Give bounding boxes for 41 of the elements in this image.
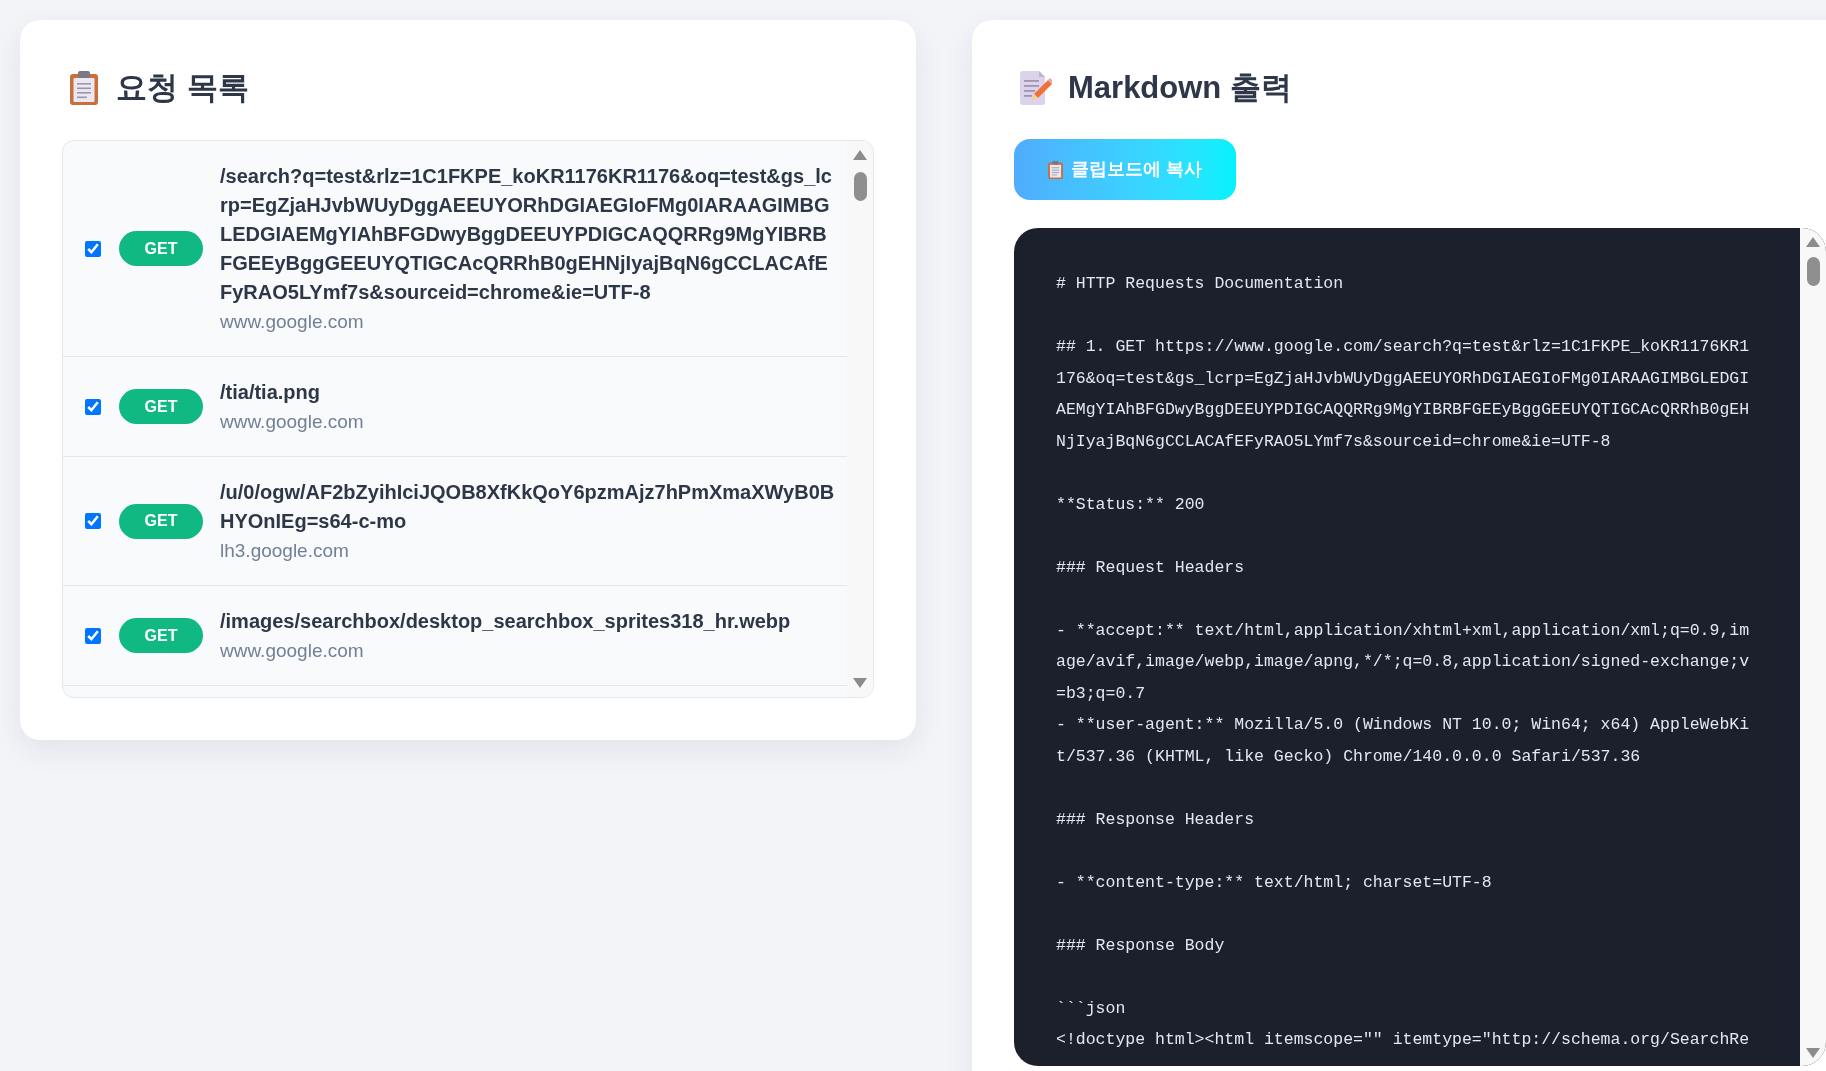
request-host: www.google.com xyxy=(220,410,365,434)
scrollbar-thumb[interactable] xyxy=(853,172,867,201)
scrollbar-thumb[interactable] xyxy=(1806,257,1820,286)
markdown-line: # HTTP Requests Documentation xyxy=(1056,273,1345,295)
method-badge: GET xyxy=(119,231,203,266)
scroll-up-arrow-icon[interactable] xyxy=(853,150,867,160)
request-path: /images/searchbox/desktop_searchbox_sprites318_hr.webp xyxy=(220,609,792,634)
checkbox[interactable] xyxy=(85,513,101,529)
markdown-line: ### Request Headers xyxy=(1056,556,1246,579)
request-host: lh3.google.com xyxy=(220,539,350,563)
markdown-line: - **accept:** text/html,application/xhtml+xml,application/xml;q=0.9,image/avif,image/webp,image/apng,*/*;q=0.8,application/signed-exchange;v=b3;q=0.7 xyxy=(1056,619,1751,705)
checkbox[interactable] xyxy=(85,398,101,415)
request-path: /search?q=test&rlz=1C1FKPE_koKR1176KR1176&oq=test&gs_lcrp=EgZjaHJvbWUyDggAEEUYORhDGIAEGIoFMg0IARAAGIMBGLEDGIAEMgYIAhBFGDwyBggDEEUYPDIGCAQQRRg9MgYIBRBFGEEyBggGEEUYQTIGCAcQRRhB0gEHNjIyajBqN6gCCLACAfEFyRAO5LYmf7s&sourceid=chrome&ie=UTF-8 xyxy=(220,164,833,305)
request-path: /u/0/ogw/AF2bZyihIciJQOB8XfKkQoY6pzmAjz7hPmXmaXWyB0BHYOnIEg=s64-c-mo xyxy=(220,480,835,534)
markdown-line: ### Response Body xyxy=(1056,934,1226,957)
panel-title: 요청 목록 xyxy=(116,69,249,107)
markdown-line: ```json xyxy=(1056,997,1127,1020)
method-badge: GET xyxy=(119,503,203,539)
markdown-line: - **user-agent:** Mozilla/5.0 (Windows NT 10.0; Win64; x64) AppleWebKit/537.36 (KHTML, like Gecko) Chrome/140.0.0.0 Safari/537.36 xyxy=(1056,714,1751,768)
scrollbar[interactable] xyxy=(1800,228,1826,1066)
markdown-line: **Status:** 200 xyxy=(1056,493,1206,516)
clipboard-icon xyxy=(70,71,98,105)
request-host: www.google.com xyxy=(220,310,365,334)
scroll-down-arrow-icon[interactable] xyxy=(1806,1048,1820,1058)
request-host: www.google.com xyxy=(220,639,365,663)
checkbox[interactable] xyxy=(85,627,101,644)
scrollbar[interactable] xyxy=(847,141,873,697)
scroll-down-arrow-icon[interactable] xyxy=(853,678,867,688)
markdown-line: ### Response Headers xyxy=(1056,808,1256,831)
markdown-line: ## 1. GET https://www.google.com/search?q=test&rlz=1C1FKPE_koKR1176KR1176&oq=test&gs_lcrp=EgZjaHJvbWUyDggAEEUYORhDGIAEGIoFMg0IARAAGIMBGLEDGIAEMgYIAhBFGDwyBggDEEUYPDIGCAQQRRg9MgYIBRBFGEEyBggGEEUYQTIGCAcQRRhB0gEHNjIyajBqN6gCCLACAfEFyRAO5LYmf7s&sourceid=chrome&ie=UTF-8 xyxy=(1056,336,1751,453)
copy-button[interactable]: 클립보드에 복사 xyxy=(1014,139,1236,200)
markdown-line: - **content-type:** text/html; charset=UTF-8 xyxy=(1056,871,1493,894)
document-pencil-icon xyxy=(1020,71,1052,105)
method-badge: GET xyxy=(119,389,203,424)
clipboard-icon xyxy=(1048,160,1063,179)
checkbox[interactable] xyxy=(85,240,101,257)
panel-title: Markdown 출력 xyxy=(1068,69,1292,107)
method-badge: GET xyxy=(119,618,203,653)
markdown-line: <!doctype html><html itemscope="" itemtype="http://schema.org/SearchRe xyxy=(1056,1029,1751,1051)
scroll-up-arrow-icon[interactable] xyxy=(1806,237,1820,247)
request-path: /tia/tia.png xyxy=(220,380,321,405)
